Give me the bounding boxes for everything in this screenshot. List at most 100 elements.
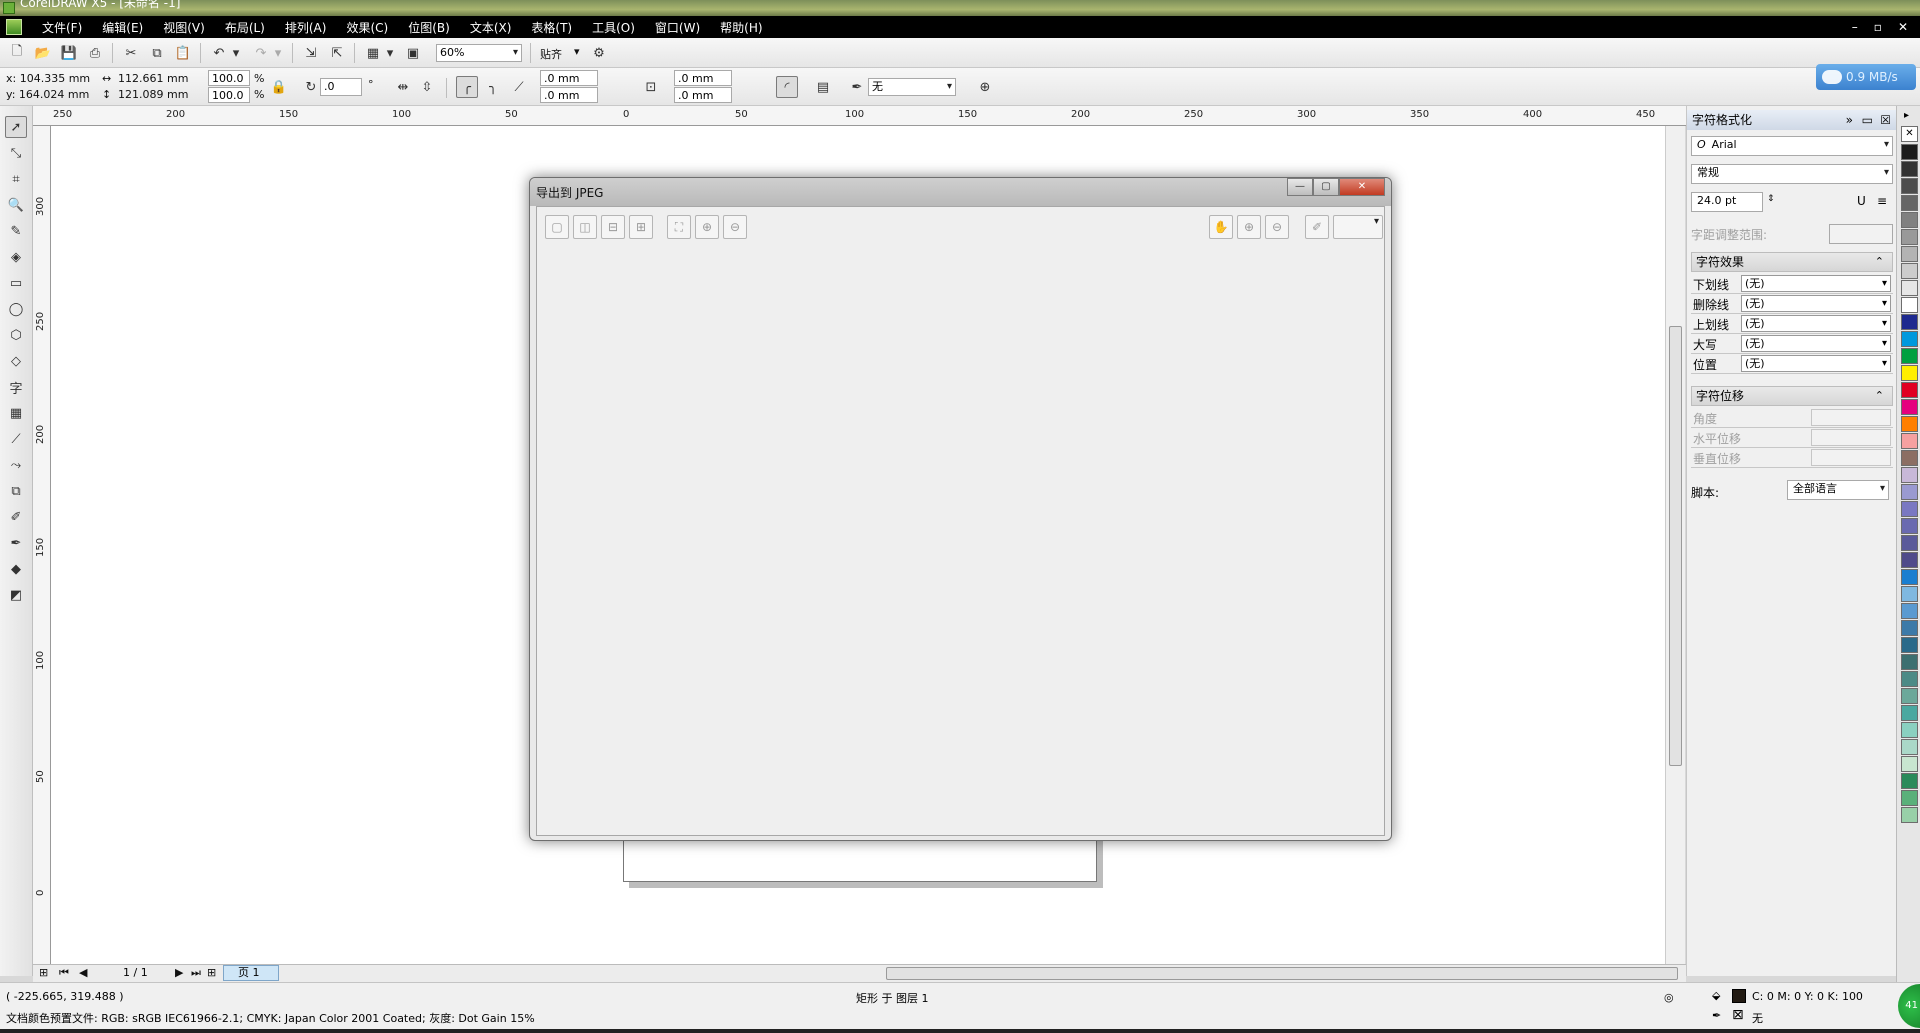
eyedropper-icon[interactable]: ✐ xyxy=(1305,215,1329,239)
zoom-out-icon[interactable]: ⊖ xyxy=(1265,215,1289,239)
scrollbar-thumb[interactable] xyxy=(1669,326,1682,766)
new-document-icon[interactable]: 🗋 xyxy=(6,42,28,64)
color-swatch[interactable] xyxy=(1901,501,1918,517)
character-shift-section[interactable]: 字符位移 ⌃ xyxy=(1691,386,1893,406)
color-swatch[interactable] xyxy=(1901,348,1918,364)
first-page-icon[interactable]: ⏮ xyxy=(59,966,69,980)
color-swatch[interactable] xyxy=(1901,263,1918,279)
paste-icon[interactable]: 📋 xyxy=(172,42,194,64)
corner-radius-top-left[interactable]: .0 mm xyxy=(540,70,598,86)
color-swatch[interactable] xyxy=(1901,467,1918,483)
color-swatch[interactable] xyxy=(1901,790,1918,806)
zoom-fit-icon[interactable]: ⊖ xyxy=(723,215,747,239)
print-icon[interactable]: ⎙ xyxy=(84,42,106,64)
menu-tools[interactable]: 工具(O) xyxy=(582,19,645,36)
full-preview-icon[interactable]: ▢ xyxy=(545,215,569,239)
color-swatch[interactable] xyxy=(1901,365,1918,381)
color-swatch[interactable] xyxy=(1901,654,1918,670)
menu-file[interactable]: 文件(F) xyxy=(32,19,92,36)
color-swatch[interactable] xyxy=(1901,382,1918,398)
vertical-scrollbar[interactable] xyxy=(1665,126,1685,970)
character-effects-section[interactable]: 字符效果 ⌃ xyxy=(1691,252,1893,272)
smart-fill-tool-icon[interactable]: ◈ xyxy=(5,246,27,268)
save-icon[interactable]: 💾 xyxy=(58,42,80,64)
color-swatch[interactable] xyxy=(1901,280,1918,296)
color-swatch[interactable] xyxy=(1901,603,1918,619)
redo-icon[interactable]: ↷ xyxy=(250,42,272,64)
zoom-level-select[interactable]: 60% xyxy=(436,44,522,62)
add-page-after-icon[interactable]: ⊞ xyxy=(207,966,216,979)
color-swatch[interactable] xyxy=(1901,739,1918,755)
vertical-ruler[interactable]: 300 250 200 150 100 50 0 xyxy=(33,126,51,970)
no-outline-icon[interactable]: ⊠ xyxy=(1732,1007,1744,1023)
close-icon[interactable]: ✕ xyxy=(1898,20,1908,34)
color-swatch[interactable] xyxy=(1901,450,1918,466)
script-select[interactable]: 全部语言 xyxy=(1787,480,1889,500)
color-swatch[interactable] xyxy=(1901,144,1918,160)
text-tool-icon[interactable]: 字 xyxy=(5,376,27,398)
color-swatch[interactable] xyxy=(1901,705,1918,721)
crop-tool-icon[interactable]: ⌗ xyxy=(5,168,27,190)
open-icon[interactable]: 📂 xyxy=(32,42,54,64)
color-swatch[interactable] xyxy=(1901,722,1918,738)
relative-corner-scaling-icon[interactable]: ◜ xyxy=(776,76,798,98)
fill-tool-icon[interactable]: ◆ xyxy=(5,558,27,580)
dimension-tool-icon[interactable]: ⟋ xyxy=(5,428,27,450)
font-style-select[interactable]: 常规 xyxy=(1691,164,1893,184)
color-swatch[interactable] xyxy=(1901,195,1918,211)
wrap-text-icon[interactable]: ▤ xyxy=(812,76,834,98)
quad-preview-icon[interactable]: ⊞ xyxy=(629,215,653,239)
menu-text[interactable]: 文本(X) xyxy=(460,19,522,36)
color-swatch[interactable] xyxy=(1901,246,1918,262)
hand-tool-icon[interactable]: ✋ xyxy=(1209,215,1233,239)
font-family-select[interactable]: O Arial xyxy=(1691,136,1893,156)
menu-help[interactable]: 帮助(H) xyxy=(710,19,772,36)
outline-tool-icon[interactable]: ✒ xyxy=(5,532,27,554)
color-swatch[interactable] xyxy=(1901,416,1918,432)
expand-icon[interactable]: » xyxy=(1846,110,1853,130)
color-profile-info[interactable]: 文档颜色预置文件: RGB: sRGB IEC61966-2.1; CMYK: … xyxy=(6,1010,535,1026)
outline-width-select[interactable]: 无 xyxy=(868,78,956,96)
table-tool-icon[interactable]: ▦ xyxy=(5,402,27,424)
horizontal-ruler[interactable]: 250 200 150 100 50 0 50 100 150 200 250 … xyxy=(33,106,1686,126)
color-swatch[interactable] xyxy=(1901,637,1918,653)
split-horizontal-preview-icon[interactable]: ⊟ xyxy=(601,215,625,239)
close-icon[interactable]: ✕ xyxy=(1339,178,1385,196)
mirror-vertical-icon[interactable]: ⇳ xyxy=(416,76,438,98)
rotation-angle-field[interactable]: .0 xyxy=(320,78,362,96)
chamfer-corner-icon[interactable]: ⟋ xyxy=(508,76,530,98)
object-height[interactable]: 121.089 mm xyxy=(118,88,188,101)
document-icon[interactable] xyxy=(6,19,22,35)
zoom-tool-icon[interactable]: 🔍 xyxy=(5,194,27,216)
text-options-icon[interactable]: ≡ xyxy=(1877,194,1887,208)
fit-to-window-icon[interactable]: ⛶ xyxy=(667,215,691,239)
color-swatch[interactable] xyxy=(1901,807,1918,823)
color-swatch[interactable] xyxy=(1901,297,1918,313)
connector-tool-icon[interactable]: ⤳ xyxy=(5,454,27,476)
options-icon[interactable]: ⚙ xyxy=(588,42,610,64)
color-swatch[interactable] xyxy=(1901,535,1918,551)
cut-icon[interactable]: ✂ xyxy=(120,42,142,64)
lock-corners-icon[interactable]: ⊡ xyxy=(640,76,662,98)
color-swatch[interactable] xyxy=(1901,518,1918,534)
next-page-icon[interactable]: ▶ xyxy=(175,966,183,979)
zoom-actual-icon[interactable]: ⊕ xyxy=(695,215,719,239)
blend-tool-icon[interactable]: ⧉ xyxy=(5,480,27,502)
shift-horizontal-field[interactable] xyxy=(1811,429,1891,446)
color-swatch[interactable] xyxy=(1901,178,1918,194)
color-swatch[interactable] xyxy=(1901,756,1918,772)
split-vertical-preview-icon[interactable]: ◫ xyxy=(573,215,597,239)
color-swatch[interactable] xyxy=(1901,484,1918,500)
minimize-icon[interactable]: — xyxy=(1287,178,1313,196)
effect-value-select[interactable]: (无) xyxy=(1741,335,1891,352)
color-proof-icon[interactable]: ◎ xyxy=(1664,991,1674,1004)
pick-tool-icon[interactable]: ➚ xyxy=(5,116,27,138)
close-docker-icon[interactable]: ☒ xyxy=(1880,110,1891,130)
menu-window[interactable]: 窗口(W) xyxy=(645,19,710,36)
color-swatch[interactable] xyxy=(1901,773,1918,789)
last-page-icon[interactable]: ⏭ xyxy=(191,966,201,980)
scale-height-field[interactable]: 100.0 xyxy=(208,87,250,103)
round-corner-icon[interactable]: ╭ xyxy=(456,76,478,98)
copy-icon[interactable]: ⧉ xyxy=(146,42,168,64)
application-launcher-icon[interactable]: ▦ xyxy=(362,42,384,64)
